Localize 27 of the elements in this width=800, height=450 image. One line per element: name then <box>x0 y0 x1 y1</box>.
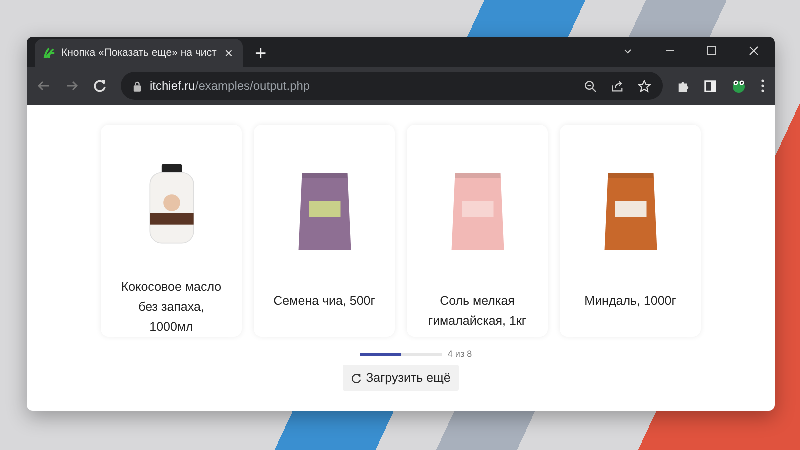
close-icon[interactable] <box>749 46 759 56</box>
product-name: Миндаль, 1000г <box>584 293 676 310</box>
zoom-out-icon[interactable] <box>584 80 597 92</box>
share-icon[interactable] <box>611 80 624 92</box>
more-menu-icon[interactable] <box>761 79 765 93</box>
product-name: Соль мелкая гималайская, 1кг <box>428 293 528 330</box>
puzzle-piece-icon[interactable] <box>677 80 690 92</box>
sidebar-icon[interactable] <box>704 80 717 92</box>
address-bar[interactable]: itchief.ru/examples/output.php <box>121 72 663 100</box>
reload-icon[interactable] <box>93 79 107 93</box>
lock-icon <box>133 80 142 92</box>
new-tab-button[interactable]: + <box>251 43 271 65</box>
product-name: Кокосовое масло без запаха, 1000мл <box>120 279 223 336</box>
back-arrow-icon[interactable] <box>37 79 51 93</box>
refresh-icon <box>351 372 362 384</box>
tab-close-button[interactable]: × <box>222 45 235 61</box>
star-icon[interactable] <box>638 80 651 92</box>
url-text: itchief.ru/examples/output.php <box>150 79 310 93</box>
tab-title: Кнопка «Показать еще» на чист <box>61 47 217 59</box>
progress-count: 4 из 8 <box>448 349 472 359</box>
forward-arrow-icon[interactable] <box>65 79 79 93</box>
browser-tab[interactable]: Кнопка «Показать еще» на чист × <box>35 39 243 67</box>
product-name: Семена чиа, 500г <box>274 293 376 310</box>
load-more-button[interactable]: Загрузить ещё <box>343 365 459 391</box>
maximize-icon[interactable] <box>707 46 717 56</box>
leaf-icon <box>43 46 56 60</box>
frog-avatar-icon[interactable] <box>731 78 747 94</box>
